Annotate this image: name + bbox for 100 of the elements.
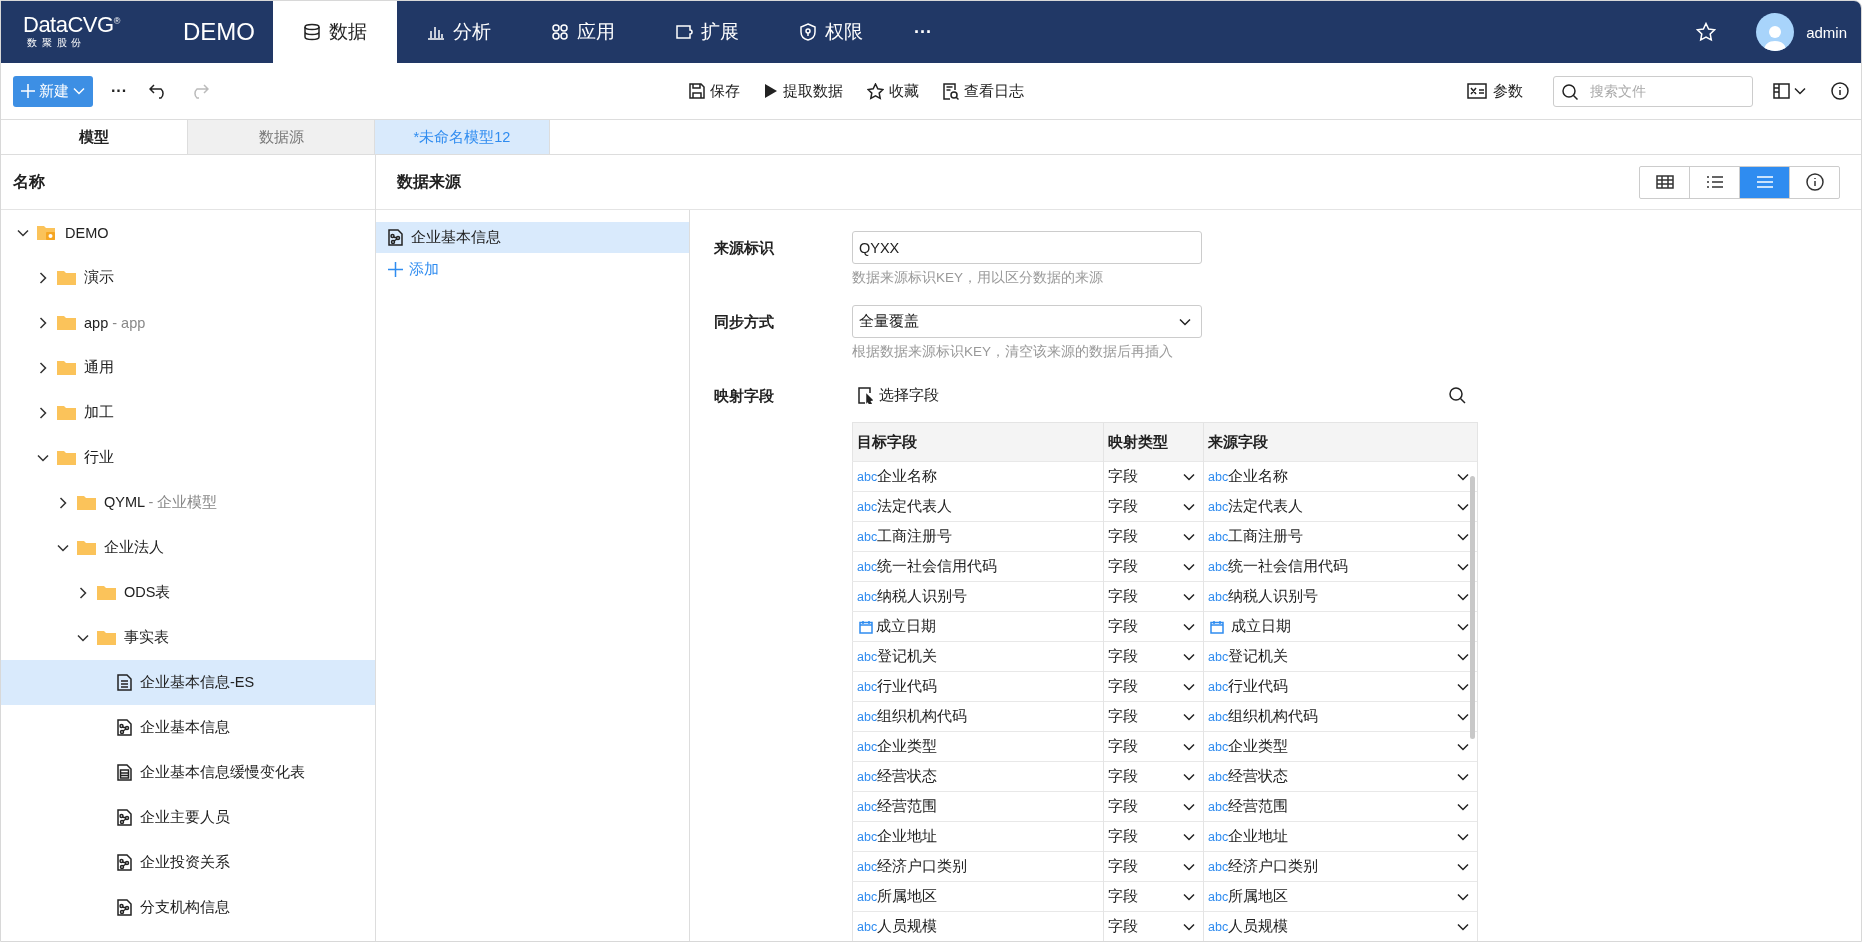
panel-icon <box>1773 83 1790 99</box>
chevron-down-icon <box>1457 472 1469 481</box>
nav-tab[interactable]: 数据 <box>273 1 397 63</box>
source-field-select[interactable]: abc行业代码 <box>1208 677 1473 696</box>
mapping-type-select[interactable]: 字段 <box>1108 737 1199 756</box>
field-name: 纳税人识别号 <box>877 587 968 606</box>
source-field-select[interactable]: abc企业地址 <box>1208 827 1473 846</box>
mapping-type-select[interactable]: 字段 <box>1108 857 1199 876</box>
tree-item[interactable]: QYML - 企业模型 <box>1 480 375 525</box>
source-item[interactable]: 企业基本信息 <box>376 222 689 253</box>
text-type-icon: abc <box>1208 709 1229 724</box>
search-icon <box>1562 83 1578 100</box>
source-field-select[interactable]: 成立日期 <box>1208 617 1473 636</box>
mapping-type-select[interactable]: 字段 <box>1108 617 1199 636</box>
source-field-select[interactable]: abc登记机关 <box>1208 647 1473 666</box>
mapping-type-select[interactable]: 字段 <box>1108 917 1199 936</box>
info-icon <box>1805 173 1824 191</box>
toolbar-button[interactable]: 查看日志 <box>943 81 1024 101</box>
source-field-select[interactable]: abc人员规模 <box>1208 917 1473 936</box>
field-name: 组织机构代码 <box>877 707 968 726</box>
source-field-select[interactable]: abc纳税人识别号 <box>1208 587 1473 606</box>
tree-item[interactable]: app - app <box>1 300 375 345</box>
tree-item[interactable]: 通用 <box>1 345 375 390</box>
source-field-select[interactable]: abc所属地区 <box>1208 887 1473 906</box>
tree-item[interactable]: DEMO <box>1 210 375 255</box>
mapping-type-select[interactable]: 字段 <box>1108 707 1199 726</box>
chevron-down-icon <box>1183 862 1195 871</box>
nav-tab[interactable]: 权限 <box>769 1 893 63</box>
text-type-icon: abc <box>1208 859 1229 874</box>
tree-item[interactable]: 企业基本信息缓慢变化表 <box>1 750 375 795</box>
tree-item[interactable]: 企业基本信息-ES <box>1 660 375 705</box>
chevron-right-icon <box>39 316 47 329</box>
panel-tab[interactable]: 数据源 <box>188 120 375 154</box>
chevron-down-icon <box>1183 562 1195 571</box>
text-type-icon: abc <box>857 469 878 484</box>
text-type-icon: abc <box>857 589 878 604</box>
column-header: 目标字段 <box>852 422 1104 462</box>
chevron-down-icon <box>1183 922 1195 931</box>
mapping-type-select[interactable]: 字段 <box>1108 467 1199 486</box>
tree-item[interactable]: 企业法人 <box>1 525 375 570</box>
field-name: 成立日期 <box>876 617 936 636</box>
star-icon <box>1696 22 1717 42</box>
nav-tab[interactable]: 应用 <box>521 1 645 63</box>
tree-item[interactable]: ODS表 <box>1 570 375 615</box>
user-name[interactable]: admin <box>1806 23 1847 41</box>
toolbar-button[interactable]: 保存 <box>689 81 740 101</box>
add-button[interactable]: 添加 <box>376 253 689 285</box>
chevron-down-icon <box>1183 652 1195 661</box>
mapping-type-select[interactable]: 字段 <box>1108 767 1199 786</box>
search-field[interactable]: 搜索文件 <box>1553 75 1753 107</box>
more-button[interactable]: ··· <box>111 82 127 100</box>
text-type-icon: abc <box>857 499 878 514</box>
source-field-select[interactable]: abc统一社会信用代码 <box>1208 557 1473 576</box>
nav-tab[interactable]: 扩展 <box>645 1 769 63</box>
source-field-select[interactable]: abc经营范围 <box>1208 797 1473 816</box>
toolbar-button[interactable]: 收藏 <box>867 81 919 101</box>
mapping-type-select[interactable]: 字段 <box>1108 647 1199 666</box>
chevron-down-icon <box>1183 592 1195 601</box>
chevron-down-icon <box>1457 592 1469 601</box>
mapping-type-select[interactable]: 字段 <box>1108 797 1199 816</box>
tree-item[interactable]: 行业 <box>1 435 375 480</box>
field-name: 登记机关 <box>877 647 938 666</box>
toolbar-button[interactable]: 提取数据 <box>764 81 843 101</box>
mapping-type-select[interactable]: 字段 <box>1108 827 1199 846</box>
source-field-select[interactable]: abc法定代表人 <box>1208 497 1473 516</box>
calendar-icon <box>1210 619 1224 634</box>
tree-item[interactable]: 企业投资关系 <box>1 840 375 885</box>
scrollbar[interactable] <box>1470 476 1475 739</box>
mapping-type-select[interactable]: 字段 <box>1108 557 1199 576</box>
chevron-down-icon <box>17 228 29 237</box>
mapping-type-select[interactable]: 字段 <box>1108 677 1199 696</box>
nav-tab[interactable]: 分析 <box>397 1 521 63</box>
layout-button[interactable] <box>1773 83 1806 99</box>
tree-item[interactable]: 事实表 <box>1 615 375 660</box>
select-fields-button[interactable]: 选择字段 <box>852 379 939 412</box>
source-field-select[interactable]: abc组织机构代码 <box>1208 707 1473 726</box>
tree-item[interactable]: 演示 <box>1 255 375 300</box>
mapping-type-select[interactable]: 字段 <box>1108 587 1199 606</box>
avatar[interactable] <box>1756 13 1795 51</box>
sync-mode-select[interactable]: 全量覆盖 <box>852 305 1202 338</box>
text-type-icon: abc <box>1208 469 1229 484</box>
params-button[interactable]: 参数 <box>1467 81 1523 101</box>
chevron-down-icon <box>73 87 85 95</box>
tree-item[interactable]: 分支机构信息 <box>1 885 375 930</box>
tree-item[interactable]: 企业主要人员 <box>1 795 375 840</box>
lines-view-icon <box>1755 175 1774 189</box>
chevron-right-icon <box>39 406 47 419</box>
source-field-select[interactable]: abc经营状态 <box>1208 767 1473 786</box>
mapping-type-select[interactable]: 字段 <box>1108 497 1199 516</box>
source-field-select[interactable]: abc经济户口类别 <box>1208 857 1473 876</box>
mapping-type-select[interactable]: 字段 <box>1108 527 1199 546</box>
tree-item[interactable]: 企业基本信息 <box>1 705 375 750</box>
source-field-select[interactable]: abc工商注册号 <box>1208 527 1473 546</box>
source-field-select[interactable]: abc企业名称 <box>1208 467 1473 486</box>
mapping-type-select[interactable]: 字段 <box>1108 887 1199 906</box>
tree-item[interactable]: 加工 <box>1 390 375 435</box>
source-field-select[interactable]: abc企业类型 <box>1208 737 1473 756</box>
text-type-icon: abc <box>857 529 878 544</box>
more-button[interactable]: ··· <box>893 1 953 63</box>
source-key-field[interactable]: QYXX <box>852 231 1202 264</box>
